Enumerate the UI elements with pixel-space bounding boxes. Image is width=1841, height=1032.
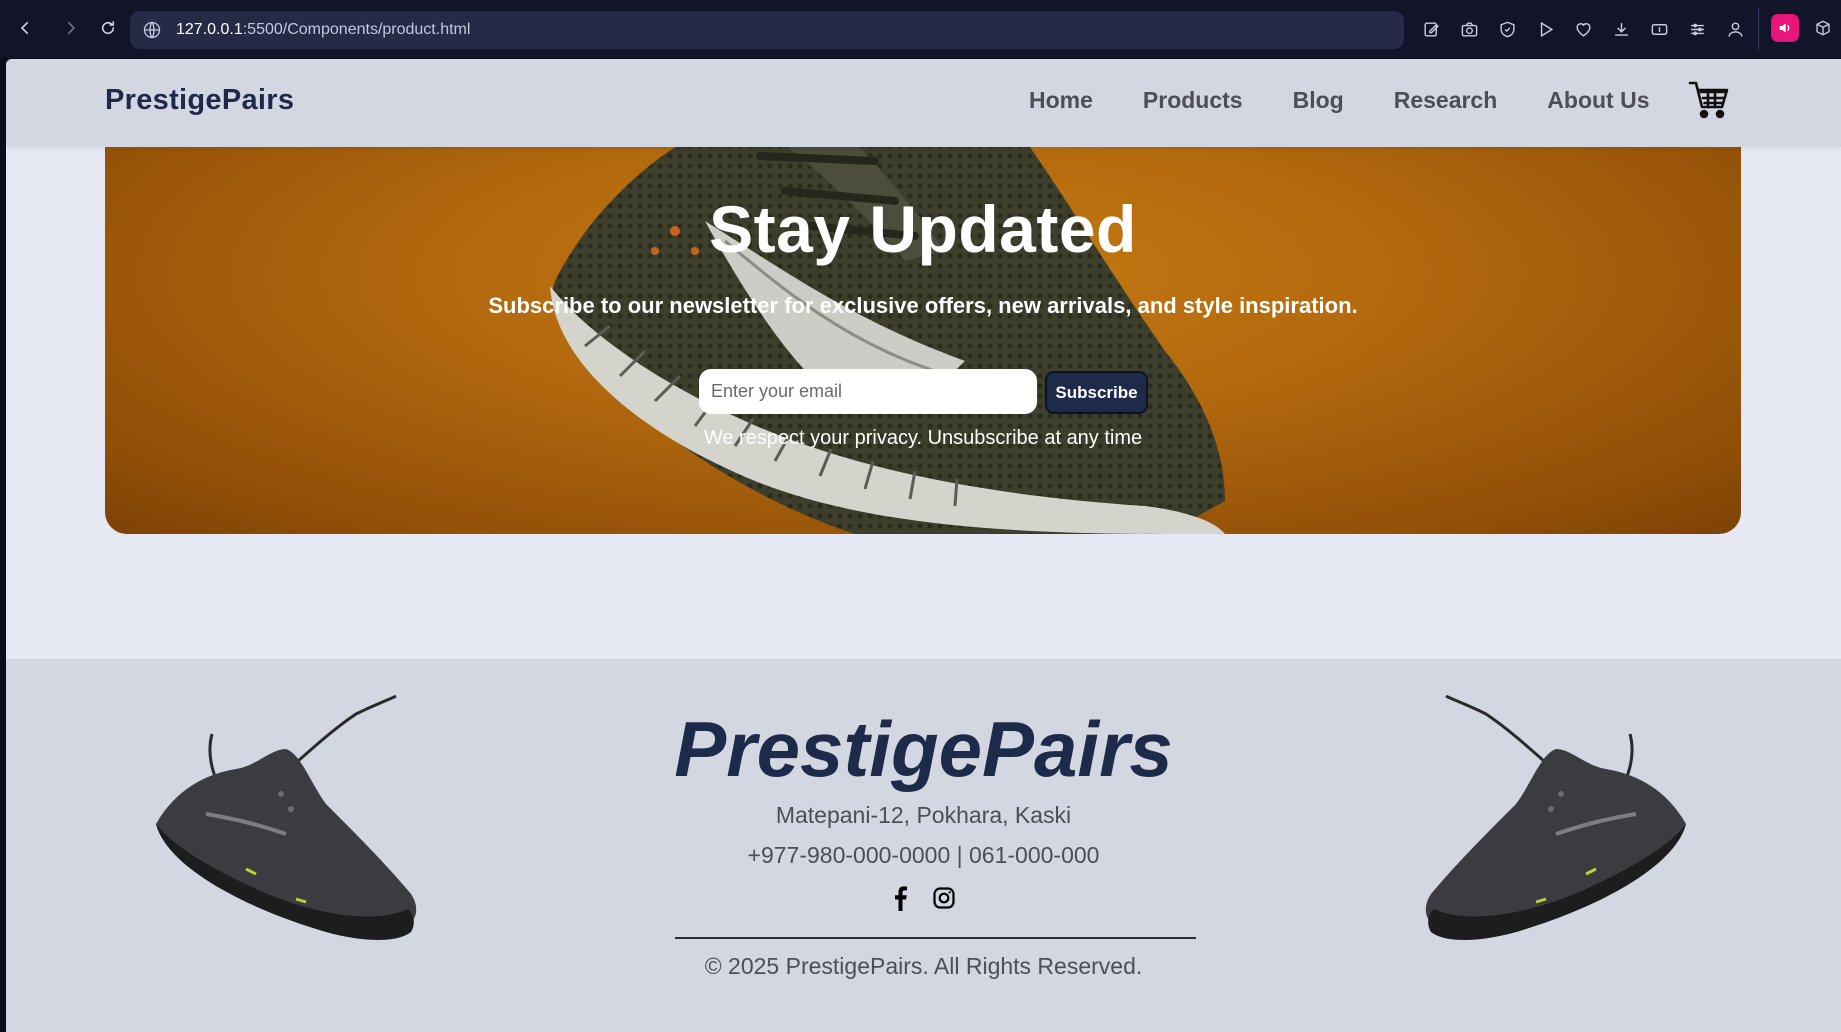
nav-links: Home Products Blog Research About Us: [1029, 87, 1650, 114]
site-footer: PrestigePairs Matepani-12, Pokhara, Kask…: [6, 659, 1841, 1032]
url-path: :5500/Components/product.html: [242, 21, 471, 38]
back-icon[interactable]: [10, 13, 40, 43]
extension-icon[interactable]: [1771, 14, 1799, 42]
newsletter-section: Stay Updated Subscribe to our newsletter…: [105, 101, 1741, 534]
profile-icon[interactable]: [1722, 14, 1748, 44]
nav-link-research[interactable]: Research: [1394, 87, 1498, 114]
nav-link-products[interactable]: Products: [1143, 87, 1243, 114]
forward-icon[interactable]: [56, 13, 86, 43]
address-bar[interactable]: 127.0.0.1:5500/Components/product.html: [130, 11, 1404, 49]
url-host: 127.0.0.1: [176, 21, 243, 38]
nav-link-about-us[interactable]: About Us: [1547, 87, 1649, 114]
privacy-note: We respect your privacy. Unsubscribe at …: [703, 427, 1143, 449]
subscribe-button[interactable]: Subscribe: [1045, 371, 1148, 414]
footer-divider: [675, 937, 1196, 939]
shield-icon[interactable]: [1494, 14, 1520, 44]
page-viewport: PrestigePairs Home Products Blog Researc…: [6, 59, 1841, 1032]
globe-icon: [143, 21, 161, 39]
camera-icon[interactable]: [1456, 14, 1482, 44]
footer-copyright: © 2025 PrestigePairs. All Rights Reserve…: [704, 953, 1143, 979]
newsletter-subtitle: Subscribe to our newsletter for exclusiv…: [488, 293, 1358, 318]
box-icon[interactable]: [1811, 16, 1835, 40]
brand-logo[interactable]: PrestigePairs: [105, 84, 294, 117]
play-icon[interactable]: [1532, 14, 1558, 44]
site-navbar: PrestigePairs Home Products Blog Researc…: [6, 59, 1841, 147]
battery-icon[interactable]: [1646, 14, 1672, 44]
nav-link-blog[interactable]: Blog: [1293, 87, 1344, 114]
download-icon[interactable]: [1608, 14, 1634, 44]
nav-link-home[interactable]: Home: [1029, 87, 1093, 114]
footer-address: Matepani-12, Pokhara, Kaski: [775, 802, 1072, 828]
footer-brand: PrestigePairs: [674, 705, 1173, 793]
reload-icon[interactable]: [93, 13, 123, 43]
edit-icon[interactable]: [1418, 14, 1444, 44]
cart-icon[interactable]: [1688, 79, 1730, 119]
url-text: 127.0.0.1:5500/Components/product.html: [176, 21, 470, 39]
email-input[interactable]: [699, 369, 1037, 414]
browser-toolbar: 127.0.0.1:5500/Components/product.html: [0, 0, 1841, 58]
toolbar-divider: [1758, 8, 1759, 50]
footer-phone: +977-980-000-0000 | 061-000-000: [747, 842, 1100, 868]
instagram-icon[interactable]: [932, 884, 956, 912]
facebook-icon[interactable]: [888, 884, 912, 912]
social-links: [888, 884, 956, 912]
menu-icon[interactable]: [1684, 14, 1710, 44]
heart-icon[interactable]: [1570, 14, 1596, 44]
newsletter-title: Stay Updated: [709, 192, 1137, 266]
